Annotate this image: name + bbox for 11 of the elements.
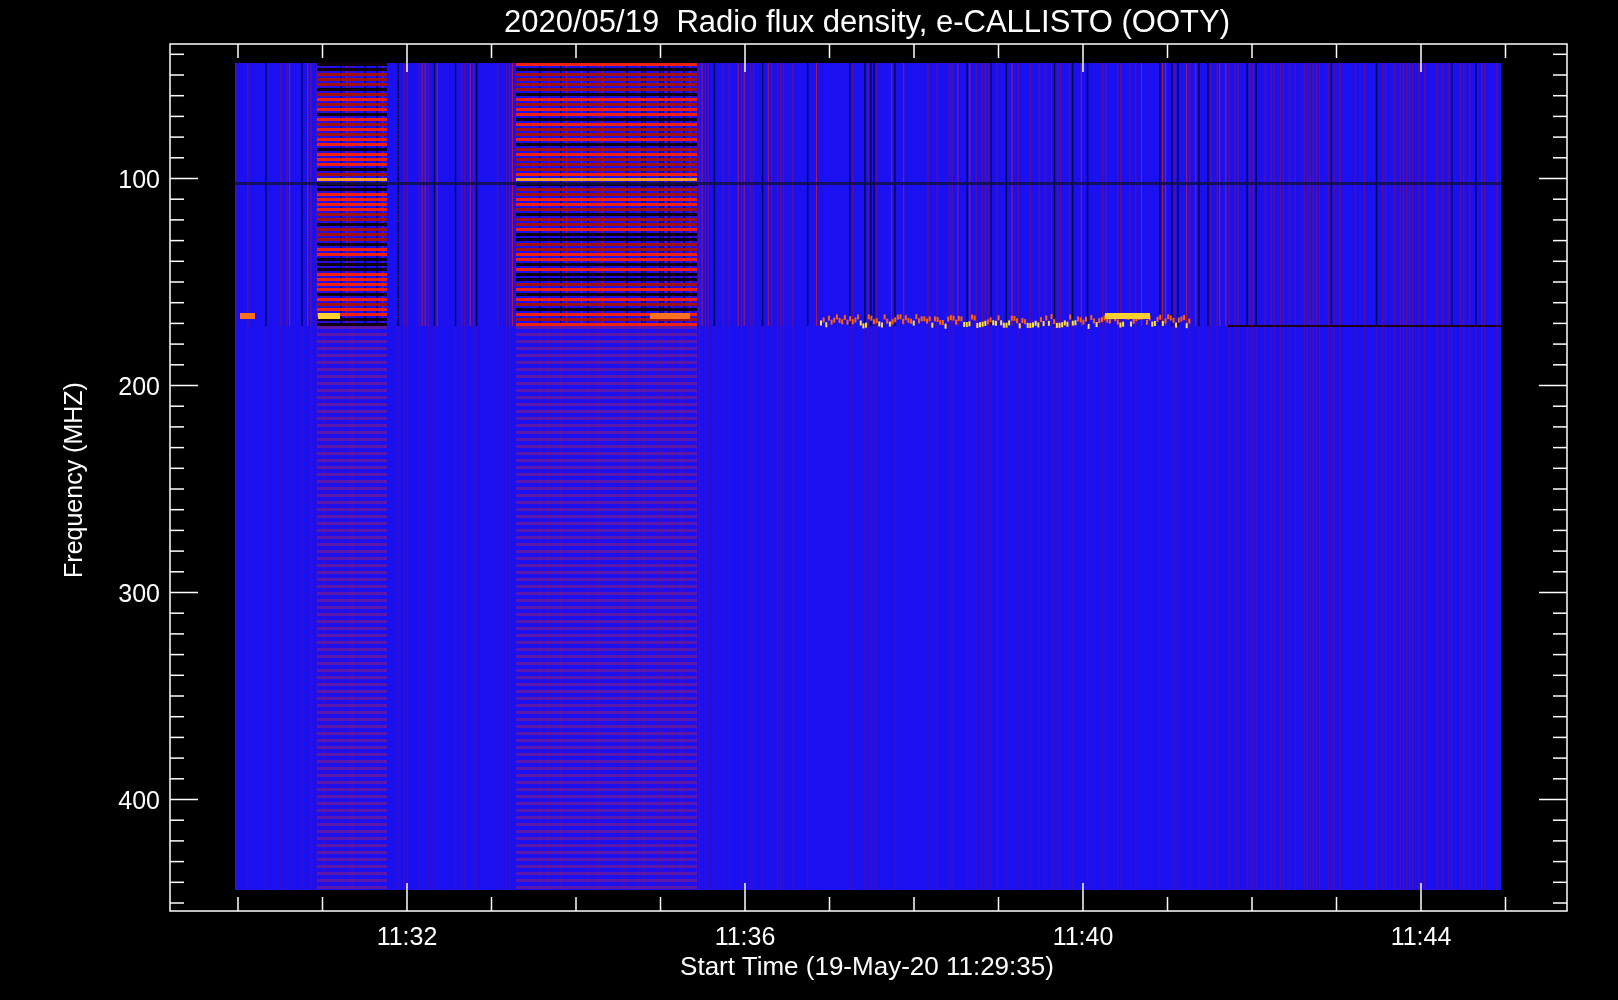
y-tick-label: 300	[118, 578, 160, 607]
y-tick-label: 200	[118, 371, 160, 400]
x-tick-label: 11:36	[714, 922, 776, 950]
x-axis-label: Start Time (19-May-20 11:29:35)	[680, 951, 1054, 981]
y-tick-label: 100	[118, 164, 160, 193]
x-tick-label: 11:40	[1052, 922, 1114, 950]
x-tick-label: 11:44	[1390, 922, 1452, 950]
y-axis-label: Frequency (MHZ)	[59, 382, 87, 578]
y-tick-label: 400	[118, 785, 160, 814]
chart-title: 2020/05/19 Radio flux density, e-CALLISTO (OOTY)	[504, 4, 1230, 39]
x-tick-label: 11:32	[376, 922, 438, 950]
